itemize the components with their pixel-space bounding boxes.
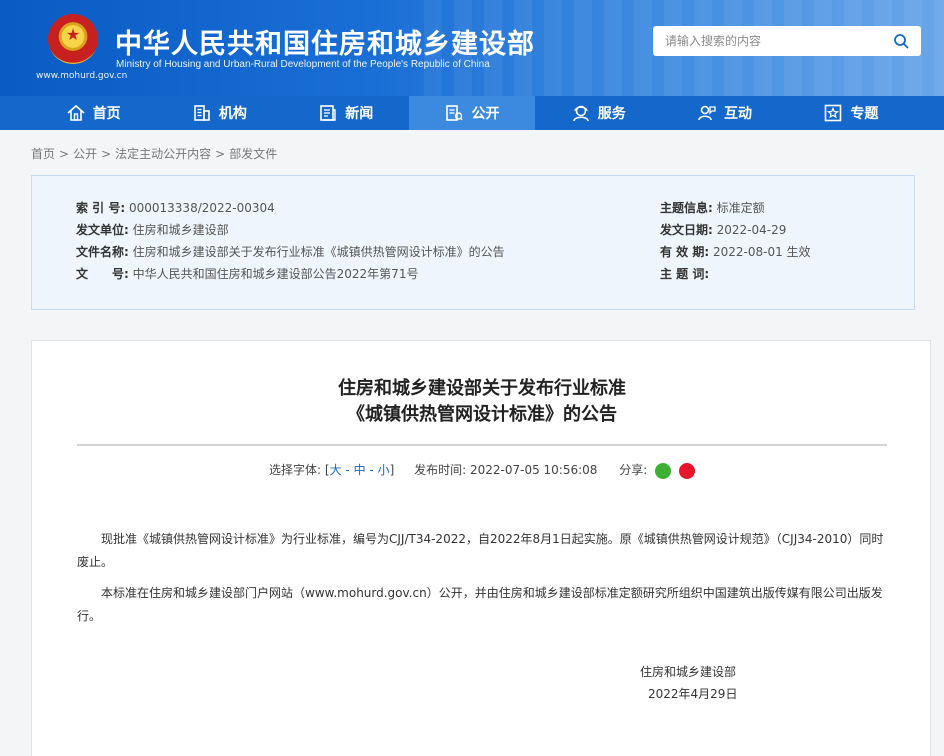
publish-time-value: 2022-07-05 10:56:08: [469, 463, 598, 477]
meta-name: 文件名称: 住房和城乡建设部关于发布行业标准《城镇供热管网设计标准》的公告: [76, 243, 505, 260]
meta-label: 文 号:: [76, 267, 129, 281]
article-toolbar: 选择字体: [大 - 中 - 小] 发布时间: 2022-07-05 10:56…: [32, 461, 932, 479]
service-icon: [572, 105, 589, 122]
breadcrumb-separator: >: [59, 147, 70, 161]
meta-topic: 主题信息: 标准定额: [660, 199, 765, 216]
star-icon: [825, 104, 842, 122]
site-subtitle: Ministry of Housing and Urban-Rural Deve…: [116, 59, 490, 70]
search-box: [653, 26, 921, 56]
weibo-share-icon[interactable]: [678, 462, 695, 479]
nav-item-topics[interactable]: 专题: [788, 96, 914, 130]
breadcrumb-separator: >: [215, 147, 226, 161]
meta-label: 发文日期:: [660, 223, 713, 237]
sign-date: 2022年4月29日: [648, 687, 738, 701]
meta-value: 2022-04-29: [716, 223, 787, 237]
meta-validity: 有 效 期: 2022-08-01 生效: [660, 243, 811, 260]
article-title-line2: 《城镇供热管网设计标准》的公告: [347, 404, 617, 425]
nav-item-label: 互动: [724, 106, 753, 122]
article-paragraph: 现批准《城镇供热管网设计标准》为行业标准，编号为CJJ/T34-2022，自20…: [77, 532, 884, 569]
national-emblem-icon: [48, 14, 98, 64]
site-url: www.mohurd.gov.cn: [36, 71, 128, 81]
font-separator: -: [365, 463, 378, 477]
font-separator: -: [341, 463, 354, 477]
building-icon: [194, 105, 210, 121]
nav-item-label: 机构: [218, 106, 247, 122]
breadcrumb-statutory[interactable]: 法定主动公开内容: [115, 147, 211, 161]
breadcrumb-open[interactable]: 公开: [73, 147, 97, 161]
publish-time-label: 发布时间:: [414, 463, 467, 477]
nav-item-organization[interactable]: 机构: [156, 96, 282, 130]
font-large-button[interactable]: 大: [330, 463, 342, 477]
article-panel: 住房和城乡建设部关于发布行业标准 《城镇供热管网设计标准》的公告 选择字体: […: [31, 340, 931, 756]
font-medium-button[interactable]: 中: [354, 463, 366, 477]
interaction-icon: [698, 105, 716, 121]
meta-label: 主题信息:: [660, 201, 713, 215]
breadcrumb: 首页 > 公开 > 法定主动公开内容 > 部发文件: [31, 145, 277, 162]
news-icon: [320, 105, 336, 121]
breadcrumb-separator: >: [101, 147, 112, 161]
nav-item-interaction[interactable]: 互动: [661, 96, 787, 130]
search-input[interactable]: [653, 26, 883, 56]
meta-label: 主 题 词:: [660, 267, 710, 281]
document-meta-box: 索 引 号: 000013338/2022-00304 发文单位: 住房和城乡建…: [31, 175, 915, 310]
article-title-line1: 住房和城乡建设部关于发布行业标准: [338, 378, 626, 399]
meta-value: 2022-08-01 生效: [712, 245, 811, 259]
meta-label: 索 引 号:: [76, 201, 126, 215]
meta-keywords: 主 题 词:: [660, 265, 709, 282]
nav-item-open[interactable]: 公开: [408, 96, 536, 130]
meta-value: 标准定额: [716, 201, 765, 215]
meta-issuer: 发文单位: 住房和城乡建设部: [76, 221, 229, 238]
search-icon[interactable]: [893, 33, 909, 49]
font-size-bracket: ]: [389, 463, 395, 477]
meta-doc-number: 文 号: 中华人民共和国住房和城乡建设部公告2022年第71号: [76, 265, 418, 282]
article-paragraph: 本标准在住房和城乡建设部门户网站（www.mohurd.gov.cn）公开，并由…: [77, 586, 883, 623]
main-nav: 首页 机构 新闻 公开 服务 互动 专题: [0, 96, 944, 130]
font-size-label: 选择字体: [: [269, 463, 330, 477]
meta-value: 中华人民共和国住房和城乡建设部公告2022年第71号: [132, 267, 419, 281]
home-icon: [67, 104, 85, 121]
nav-item-service[interactable]: 服务: [535, 96, 661, 130]
document-icon: [446, 105, 464, 121]
meta-label: 文件名称:: [76, 245, 129, 259]
font-small-button[interactable]: 小: [378, 463, 390, 477]
breadcrumb-home[interactable]: 首页: [31, 147, 55, 161]
meta-value: 住房和城乡建设部关于发布行业标准《城镇供热管网设计标准》的公告: [132, 245, 505, 259]
meta-index: 索 引 号: 000013338/2022-00304: [76, 199, 275, 216]
meta-value: 000013338/2022-00304: [128, 201, 275, 215]
meta-date: 发文日期: 2022-04-29: [660, 221, 786, 238]
breadcrumb-documents[interactable]: 部发文件: [229, 147, 277, 161]
meta-value: 住房和城乡建设部: [132, 223, 229, 237]
nav-item-label: 服务: [597, 106, 626, 122]
nav-item-label: 新闻: [345, 106, 374, 122]
site-header: www.mohurd.gov.cn 中华人民共和国住房和城乡建设部 Minist…: [0, 0, 944, 96]
nav-item-label: 公开: [471, 106, 500, 122]
share-label: 分享:: [619, 463, 648, 477]
wechat-share-icon[interactable]: [655, 462, 672, 479]
title-divider: [77, 444, 887, 446]
signer: 住房和城乡建设部: [640, 665, 737, 679]
nav-item-label: 专题: [850, 106, 879, 122]
meta-label: 发文单位:: [76, 223, 129, 237]
meta-label: 有 效 期:: [660, 245, 710, 259]
site-title[interactable]: 中华人民共和国住房和城乡建设部: [115, 22, 535, 61]
nav-item-home[interactable]: 首页: [30, 96, 156, 130]
nav-item-label: 首页: [92, 106, 121, 122]
nav-item-news[interactable]: 新闻: [283, 96, 409, 130]
